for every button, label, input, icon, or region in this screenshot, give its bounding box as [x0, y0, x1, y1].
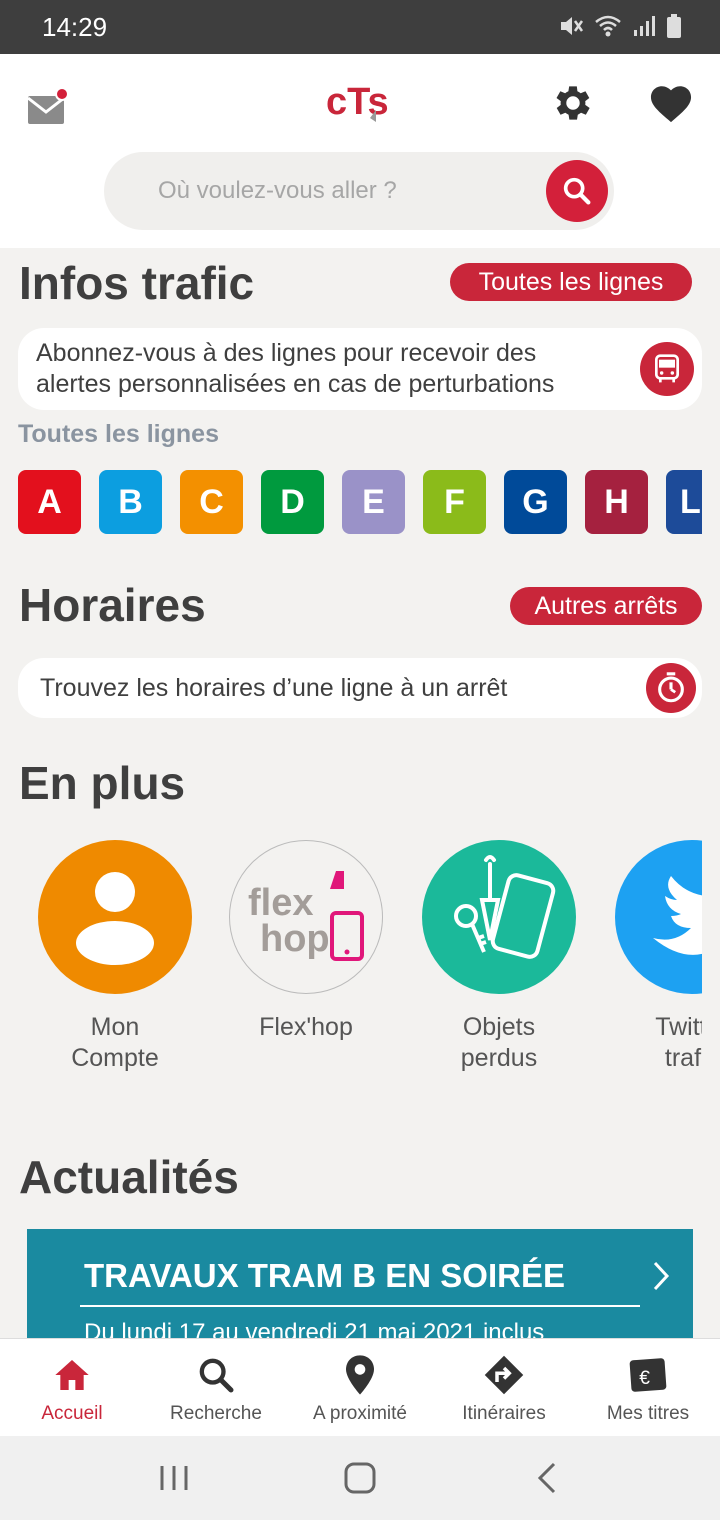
en-plus-clip: Twittertrafic — [0, 830, 702, 1090]
tab-accueil-label: Accueil — [41, 1403, 103, 1424]
news-card[interactable]: TRAVAUX TRAM B EN SOIRÉE Du lundi 17 au … — [27, 1229, 693, 1339]
cts-logo: cTs — [324, 78, 396, 126]
twitter-icon — [615, 840, 702, 994]
find-schedule-card[interactable]: Trouvez les horaires d’une ligne à un ar… — [18, 658, 702, 718]
home-nav-icon[interactable] — [340, 1458, 380, 1498]
tab-proximite[interactable]: A proximité — [288, 1339, 432, 1437]
other-stops-button[interactable]: Autres arrêts — [510, 587, 702, 625]
tab-mes-titres[interactable]: € Mes titres — [576, 1339, 720, 1437]
signal-icon — [634, 16, 655, 36]
mail-icon — [27, 87, 69, 124]
twitter-trafic-label: Twittertrafic — [655, 1013, 702, 1072]
search-bar[interactable]: Où voulez-vous aller ? — [104, 152, 614, 230]
horaires-title: Horaires — [19, 579, 206, 631]
gear-icon — [556, 86, 590, 120]
home-icon — [50, 1353, 94, 1397]
line-e-button[interactable]: E — [342, 470, 405, 534]
all-lines-button[interactable]: Toutes les lignes — [450, 263, 692, 301]
status-bar: 14:29 — [0, 0, 720, 54]
tab-itineraires[interactable]: Itinéraires — [432, 1339, 576, 1437]
directions-icon — [482, 1353, 526, 1397]
line-g-button[interactable]: G — [504, 470, 567, 534]
news-divider — [80, 1305, 640, 1307]
news-subtitle: Du lundi 17 au vendredi 21 mai 2021 incl… — [84, 1319, 545, 1339]
logo-text: cTs — [326, 81, 389, 123]
line-a-button[interactable]: A — [18, 470, 81, 534]
news-title: TRAVAUX TRAM B EN SOIRÉE — [84, 1257, 565, 1294]
tab-recherche-label: Recherche — [170, 1403, 262, 1424]
line-c-button[interactable]: C — [180, 470, 243, 534]
line-b-button[interactable]: B — [99, 470, 162, 534]
actualites-title: Actualités — [19, 1151, 239, 1203]
status-time: 14:29 — [42, 12, 108, 42]
en-plus-title: En plus — [19, 757, 186, 809]
search-button[interactable] — [546, 160, 608, 222]
tab-accueil[interactable]: Accueil — [0, 1339, 144, 1437]
search-placeholder: Où voulez-vous aller ? — [158, 177, 397, 204]
battery-icon — [667, 14, 681, 38]
line-h-button[interactable]: H — [585, 470, 648, 534]
bus-icon — [640, 342, 694, 396]
heart-icon — [650, 86, 692, 123]
settings-button[interactable] — [550, 80, 596, 126]
lines-list: A B C D E F G H L1 — [18, 470, 702, 536]
subscribe-card[interactable]: Abonnez-vous à des lignes pour recevoir … — [18, 328, 702, 410]
system-nav-bar — [0, 1436, 720, 1520]
favorites-button[interactable] — [648, 82, 694, 124]
subscribe-text-1: Abonnez-vous à des lignes pour recevoir … — [36, 339, 537, 367]
svg-text:€: € — [639, 1368, 650, 1389]
line-d-button[interactable]: D — [261, 470, 324, 534]
mute-icon — [561, 17, 584, 35]
ticket-euro-icon: € — [626, 1353, 670, 1397]
stopwatch-icon — [646, 663, 696, 713]
tab-proximite-label: A proximité — [313, 1403, 407, 1424]
tab-itineraires-label: Itinéraires — [462, 1403, 546, 1424]
messages-button[interactable] — [26, 87, 69, 128]
infos-trafic-title: Infos trafic — [19, 257, 255, 309]
line-l1-button[interactable]: L1 — [666, 470, 702, 534]
all-lines-label: Toutes les lignes — [18, 420, 219, 448]
bottom-tab-bar: Accueil Recherche A proximité Itinéraire… — [0, 1338, 720, 1436]
app-header: cTs Où voulez-vous aller ? — [0, 54, 720, 248]
search-icon — [563, 177, 591, 205]
status-icons — [558, 13, 682, 39]
tab-mes-titres-label: Mes titres — [606, 1403, 690, 1424]
search-icon — [194, 1353, 238, 1397]
location-pin-icon — [338, 1353, 382, 1397]
back-icon[interactable] — [528, 1458, 568, 1498]
find-schedule-text: Trouvez les horaires d’une ligne à un ar… — [40, 674, 508, 702]
wifi-icon — [595, 15, 621, 37]
subscribe-text-2: alertes personnalisées en cas de perturb… — [36, 370, 555, 398]
twitter-trafic-item[interactable]: Twittertrafic — [615, 840, 702, 1072]
line-f-button[interactable]: F — [423, 470, 486, 534]
chevron-right-icon — [653, 1261, 670, 1291]
recent-apps-icon[interactable] — [154, 1458, 194, 1498]
tab-recherche[interactable]: Recherche — [144, 1339, 288, 1437]
